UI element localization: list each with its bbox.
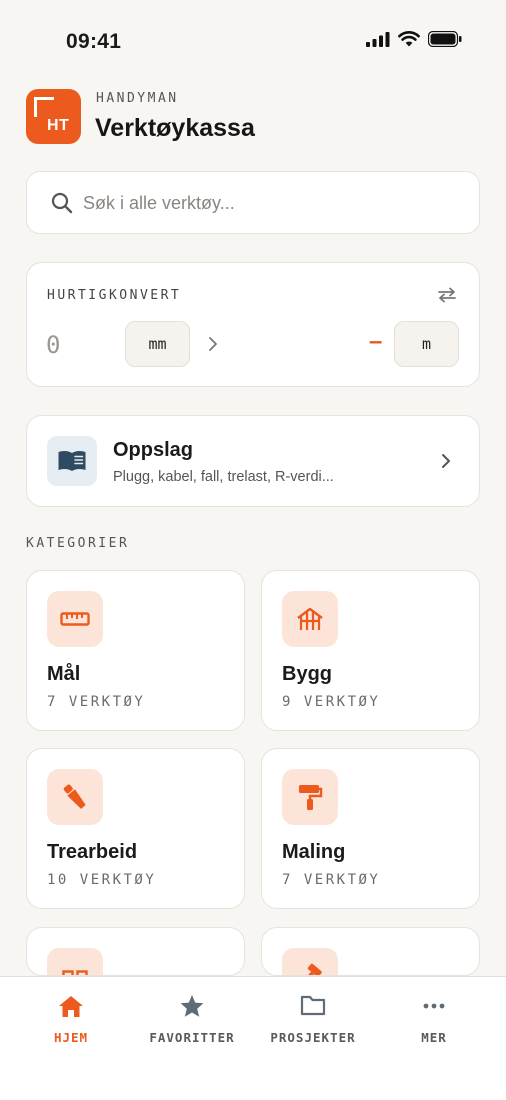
star-icon: [180, 995, 204, 1017]
folder-icon: [300, 995, 326, 1016]
cellular-signal-icon: [366, 31, 390, 47]
category-card-bygg[interactable]: Bygg 9 VERKTØY: [261, 570, 480, 731]
to-unit-select[interactable]: m: [394, 321, 459, 367]
category-card-maal[interactable]: Mål 7 VERKTØY: [26, 570, 245, 731]
category-card-trearbeid[interactable]: Trearbeid 10 VERKTØY: [26, 748, 245, 909]
status-time: 09:41: [66, 30, 122, 53]
tab-label: FAVORITTER: [149, 1030, 235, 1045]
category-card-6[interactable]: [261, 927, 480, 976]
app-logo: HT: [26, 89, 81, 144]
chevron-right-icon: [209, 337, 217, 351]
swap-icon[interactable]: [437, 287, 457, 303]
book-icon: [58, 450, 86, 471]
converter-title: HURTIGKONVERT: [47, 288, 182, 303]
app-eyebrow: HANDYMAN: [96, 91, 179, 106]
converter-result: –: [369, 328, 383, 355]
wifi-icon: [398, 31, 420, 47]
category-name: Maling: [282, 841, 346, 863]
categories-heading: KATEGORIER: [26, 536, 130, 551]
lookup-card[interactable]: Oppslag Plugg, kabel, fall, trelast, R-v…: [26, 415, 480, 507]
logo-bracket: [34, 97, 54, 117]
category-name: Mål: [47, 663, 81, 685]
lookup-icon-box: [47, 436, 97, 486]
search-input[interactable]: [83, 184, 463, 222]
saw-icon: [63, 784, 86, 809]
category-name: Trearbeid: [47, 841, 138, 863]
tab-bar: HJEM FAVORITTER PROSJEKTER MER: [0, 976, 506, 1100]
category-icon-box: [47, 769, 103, 825]
category-count: 9 VERKTØY: [282, 694, 381, 710]
category-count: 7 VERKTØY: [47, 694, 146, 710]
hammer-icon: [301, 963, 322, 975]
tab-label: HJEM: [53, 1030, 89, 1045]
category-icon-box: [282, 591, 338, 647]
lookup-subtitle: Plugg, kabel, fall, trelast, R-verdi...: [113, 469, 334, 485]
category-icon-box: [282, 769, 338, 825]
category-count: 10 VERKTØY: [47, 872, 157, 888]
tab-label: MER: [421, 1030, 447, 1045]
tab-label: PROSJEKTER: [270, 1030, 356, 1045]
tab-hjem[interactable]: HJEM: [8, 977, 134, 1057]
from-unit-select[interactable]: mm: [125, 321, 190, 367]
ruler-icon: [60, 612, 90, 626]
category-card-maling[interactable]: Maling 7 VERKTØY: [261, 748, 480, 909]
paint-roller-icon: [299, 785, 323, 810]
search-bar[interactable]: [26, 171, 480, 234]
chevron-right-icon: [442, 454, 450, 468]
category-card-5[interactable]: [26, 927, 245, 976]
status-icons: [366, 31, 462, 47]
home-icon: [59, 996, 83, 1017]
page-title: Verktøykassa: [95, 114, 255, 142]
logo-text: HT: [47, 117, 70, 134]
category-name: Bygg: [282, 663, 332, 685]
status-bar: 09:41: [0, 0, 506, 80]
category-count: 7 VERKTØY: [282, 872, 381, 888]
category-icon-box: [47, 591, 103, 647]
more-icon: [423, 1003, 445, 1009]
lookup-title: Oppslag: [113, 439, 194, 461]
house-frame-icon: [297, 607, 323, 630]
converter-input[interactable]: 0: [46, 331, 60, 359]
search-icon: [51, 192, 73, 214]
tab-mer[interactable]: MER: [371, 977, 497, 1057]
category-icon-box: [47, 948, 103, 975]
category-icon-box: [282, 948, 338, 975]
quick-converter: HURTIGKONVERT 0 mm – m: [26, 262, 480, 387]
tab-prosjekter[interactable]: PROSJEKTER: [250, 977, 376, 1057]
battery-icon: [428, 31, 462, 47]
tab-favoritter[interactable]: FAVORITTER: [129, 977, 255, 1057]
